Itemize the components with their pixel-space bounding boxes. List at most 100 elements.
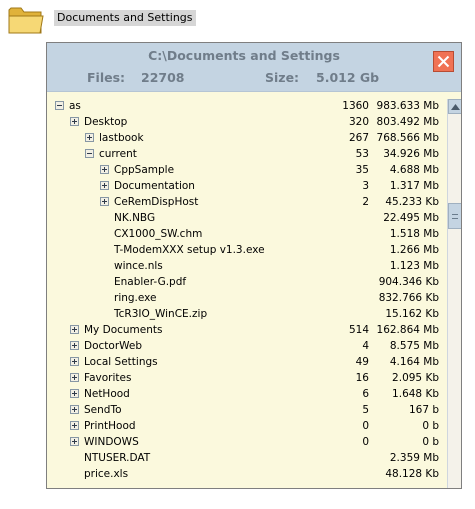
item-size: 167 b <box>408 404 439 416</box>
file-count: 320 <box>348 116 369 128</box>
tree-row[interactable]: Documentation 3 1.317 Mb <box>47 178 447 194</box>
tree-row[interactable]: DoctorWeb 4 8.575 Mb <box>47 338 447 354</box>
item-size: 8.575 Mb <box>389 340 439 352</box>
tree-row[interactable]: WINDOWS 0 0 b <box>47 434 447 450</box>
tree-row[interactable]: current 53 34.926 Mb <box>47 146 447 162</box>
tree-item-name: Documentation <box>114 180 195 192</box>
item-size: 22.495 Mb <box>383 212 439 224</box>
tree-item-name: NK.NBG <box>114 212 156 224</box>
tree-row[interactable]: SendTo 5 167 b <box>47 402 447 418</box>
item-size: 34.926 Mb <box>383 148 439 160</box>
close-button[interactable] <box>433 51 454 72</box>
tree-row[interactable]: My Documents 514 162.864 Mb <box>47 322 447 338</box>
tree-item-name: T-ModemXXX setup v1.3.exe <box>114 244 265 256</box>
collapse-icon[interactable] <box>85 149 94 158</box>
file-count: 2 <box>362 196 369 208</box>
tree-item-name: price.xls <box>84 468 129 480</box>
tree-row[interactable]: T-ModemXXX setup v1.3.exe 1.266 Mb <box>47 242 447 258</box>
expand-icon[interactable] <box>70 373 79 382</box>
expand-icon[interactable] <box>70 421 79 430</box>
item-size: 1.317 Mb <box>389 180 439 192</box>
file-count: 1360 <box>342 100 369 112</box>
item-size: 1.123 Mb <box>389 260 439 272</box>
item-size: 4.688 Mb <box>389 164 439 176</box>
tree-row[interactable]: Enabler-G.pdf 904.346 Kb <box>47 274 447 290</box>
tree-item-name: CX1000_SW.chm <box>114 228 203 240</box>
tree-row[interactable]: wince.nls 1.123 Mb <box>47 258 447 274</box>
tree-row[interactable]: PrintHood 0 0 b <box>47 418 447 434</box>
item-size: 1.648 Kb <box>392 388 439 400</box>
tree-row[interactable]: CeRemDispHost 2 45.233 Kb <box>47 194 447 210</box>
item-size: 832.766 Kb <box>378 292 439 304</box>
files-count: 22708 <box>141 70 185 85</box>
expand-icon[interactable] <box>100 181 109 190</box>
tree-item-name: CppSample <box>114 164 175 176</box>
item-size: 162.864 Mb <box>376 324 439 336</box>
tree-item-name: ring.exe <box>114 292 157 304</box>
titlebar[interactable]: C:\Documents and Settings Files: 22708 S… <box>47 43 461 92</box>
tree-row[interactable]: NTUSER.DAT 2.359 Mb <box>47 450 447 466</box>
tree-row[interactable]: TcR3IO_WinCE.zip 15.162 Kb <box>47 306 447 322</box>
tree-row[interactable]: Local Settings 49 4.164 Mb <box>47 354 447 370</box>
item-size: 983.633 Mb <box>376 100 439 112</box>
tree-item-name: Local Settings <box>84 356 158 368</box>
expand-icon[interactable] <box>100 197 109 206</box>
tree-item-name: wince.nls <box>114 260 163 272</box>
desktop-folder-label[interactable]: Documents and Settings <box>54 10 196 26</box>
item-size: 4.164 Mb <box>389 356 439 368</box>
tree-item-name: Favorites <box>84 372 132 384</box>
expand-icon[interactable] <box>70 405 79 414</box>
item-size: 1.266 Mb <box>389 244 439 256</box>
tree-item-name: Desktop <box>84 116 128 128</box>
collapse-icon[interactable] <box>55 101 64 110</box>
scroll-up-button[interactable] <box>448 99 461 114</box>
tree-row[interactable]: Desktop 320 803.492 Mb <box>47 114 447 130</box>
tree-row[interactable]: NK.NBG 22.495 Mb <box>47 210 447 226</box>
item-size: 803.492 Mb <box>376 116 439 128</box>
tree-item-name: current <box>99 148 137 160</box>
expand-icon[interactable] <box>70 325 79 334</box>
item-size: 2.359 Mb <box>389 452 439 464</box>
tree-item-name: as <box>69 100 81 112</box>
file-count: 35 <box>355 164 369 176</box>
tree-row[interactable]: ring.exe 832.766 Kb <box>47 290 447 306</box>
files-label: Files: <box>87 70 126 85</box>
tree-item-name: SendTo <box>84 404 122 416</box>
total-size: 5.012 Gb <box>316 70 380 85</box>
tree-row[interactable]: price.xls 48.128 Kb <box>47 466 447 482</box>
file-count: 267 <box>348 132 369 144</box>
folder-size-window: C:\Documents and Settings Files: 22708 S… <box>46 42 462 489</box>
tree-row[interactable]: Favorites 16 2.095 Kb <box>47 370 447 386</box>
file-count: 16 <box>355 372 369 384</box>
tree-item-name: PrintHood <box>84 420 136 432</box>
vertical-scrollbar[interactable] <box>447 99 461 488</box>
item-size: 45.233 Kb <box>385 196 439 208</box>
expand-icon[interactable] <box>70 341 79 350</box>
item-size: 904.346 Kb <box>378 276 439 288</box>
tree-row[interactable]: CX1000_SW.chm 1.518 Mb <box>47 226 447 242</box>
expand-icon[interactable] <box>70 357 79 366</box>
tree-item-name: lastbook <box>99 132 144 144</box>
expand-icon[interactable] <box>70 437 79 446</box>
tree-row[interactable]: NetHood 6 1.648 Kb <box>47 386 447 402</box>
tree-row[interactable]: lastbook 267 768.566 Mb <box>47 130 447 146</box>
file-count: 0 <box>362 436 369 448</box>
expand-icon[interactable] <box>100 165 109 174</box>
tree-item-name: TcR3IO_WinCE.zip <box>114 308 208 320</box>
folder-icon[interactable] <box>7 4 45 36</box>
window-title: C:\Documents and Settings <box>148 48 340 63</box>
expand-icon[interactable] <box>85 133 94 142</box>
item-size: 0 b <box>422 420 439 432</box>
file-count: 4 <box>362 340 369 352</box>
tree-row[interactable]: CppSample 35 4.688 Mb <box>47 162 447 178</box>
folder-tree: as 1360 983.633 Mb Desktop 320 803.492 Mb last… <box>47 98 447 488</box>
file-count: 514 <box>348 324 369 336</box>
tree-item-name: Enabler-G.pdf <box>114 276 187 288</box>
expand-icon[interactable] <box>70 389 79 398</box>
tree-row[interactable]: as 1360 983.633 Mb <box>47 98 447 114</box>
file-count: 49 <box>355 356 369 368</box>
scroll-thumb[interactable] <box>448 203 461 229</box>
item-size: 768.566 Mb <box>376 132 439 144</box>
file-count: 0 <box>362 420 369 432</box>
expand-icon[interactable] <box>70 117 79 126</box>
